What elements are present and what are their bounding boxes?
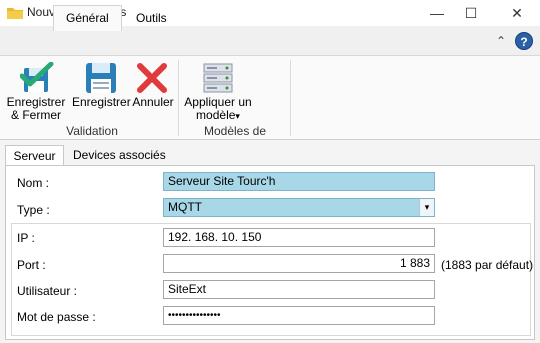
- cancel-button[interactable]: Annuler: [132, 58, 174, 122]
- password-label: Mot de passe :: [17, 310, 96, 324]
- password-field[interactable]: •••••••••••••••: [163, 306, 435, 325]
- apply-model-label-line2: modèle: [196, 108, 236, 122]
- type-select-value: MQTT: [168, 200, 202, 214]
- close-button[interactable]: ✕: [500, 0, 534, 26]
- port-field[interactable]: 1 883: [163, 254, 435, 273]
- port-default-hint: (1883 par défaut): [441, 258, 534, 272]
- red-x-icon: [137, 63, 167, 93]
- nom-field[interactable]: Serveur Site Tourc'h: [163, 172, 435, 191]
- port-label: Port :: [17, 258, 46, 272]
- cancel-label: Annuler: [132, 95, 174, 109]
- nom-label: Nom :: [17, 176, 50, 190]
- save-button[interactable]: Enregistrer: [72, 58, 131, 122]
- tab-outils[interactable]: Outils: [123, 5, 180, 31]
- server-rack-icon: [203, 63, 233, 93]
- ip-label: IP :: [17, 231, 35, 245]
- folder-app-icon: [7, 8, 23, 19]
- ip-field[interactable]: 192. 168. 10. 150: [163, 228, 435, 247]
- minimize-button[interactable]: —: [420, 0, 454, 26]
- user-label: Utilisateur :: [17, 284, 78, 298]
- type-label: Type :: [17, 203, 50, 217]
- maximize-button[interactable]: ☐: [454, 0, 488, 26]
- group-label-validation: Validation: [66, 124, 118, 138]
- tab-serveur[interactable]: Serveur: [5, 145, 64, 166]
- chevron-down-icon: ▾: [235, 111, 240, 121]
- tab-general[interactable]: Général: [53, 5, 122, 31]
- apply-model-button[interactable]: Appliquer un modèle▾: [184, 58, 252, 122]
- help-icon[interactable]: ?: [515, 32, 533, 50]
- tab-devices-associes[interactable]: Devices associés: [73, 145, 166, 165]
- chevron-down-icon[interactable]: ▾: [419, 199, 434, 216]
- user-field[interactable]: SiteExt: [163, 280, 435, 299]
- type-select[interactable]: MQTT ▾: [163, 198, 435, 217]
- save-label: Enregistrer: [72, 95, 131, 109]
- save-close-label-line2: & Fermer: [10, 108, 61, 122]
- collapse-ribbon-icon[interactable]: ⌃: [496, 34, 506, 48]
- save-close-button[interactable]: Enregistrer & Fermer: [6, 58, 66, 122]
- group-separator: [178, 60, 179, 136]
- floppy-disk-icon: [86, 63, 116, 93]
- group-separator: [290, 60, 291, 136]
- save-check-icon: [20, 62, 54, 92]
